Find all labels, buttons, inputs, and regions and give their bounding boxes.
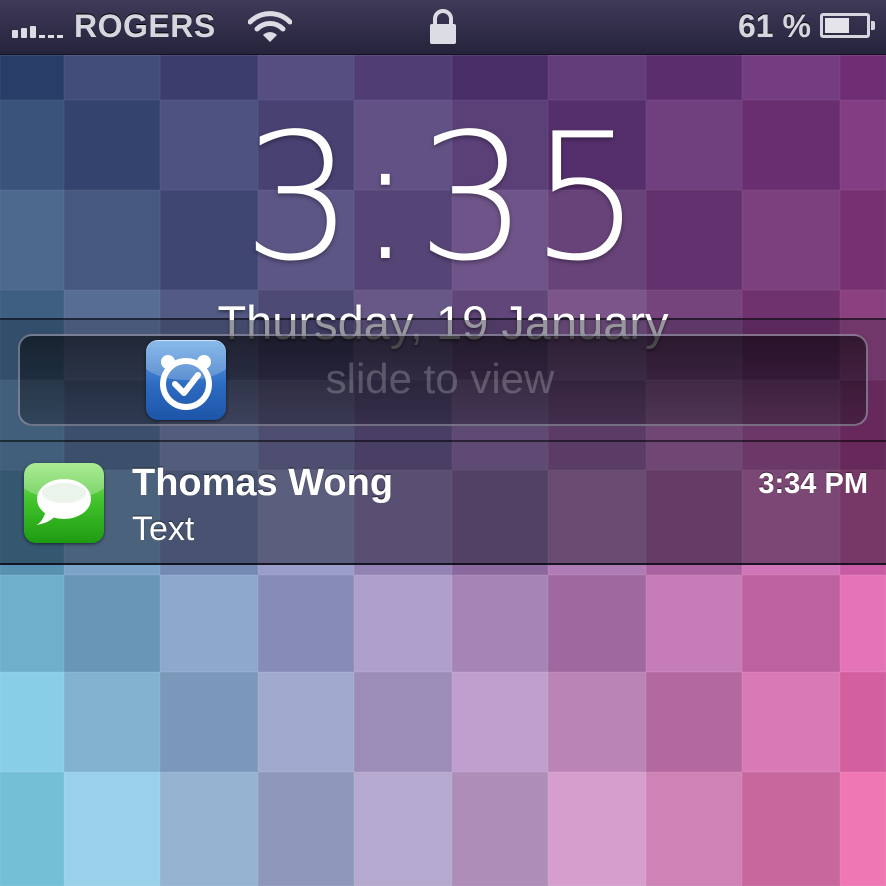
wallpaper-tile [840, 672, 886, 772]
wallpaper-tile [742, 672, 840, 772]
wallpaper-tile [64, 575, 160, 672]
wallpaper-tile [548, 575, 646, 672]
wallpaper-tile [258, 772, 354, 886]
wallpaper-tile [64, 672, 160, 772]
wallpaper-tile [160, 672, 258, 772]
wallpaper-tile [548, 772, 646, 886]
wallpaper-tile [840, 772, 886, 886]
carrier-name: ROGERS [74, 8, 216, 44]
wifi-icon [248, 11, 292, 42]
wallpaper-tile [742, 575, 840, 672]
wallpaper-tile [354, 772, 452, 886]
notification-body: Text [132, 510, 195, 548]
wallpaper-tile [160, 772, 258, 886]
slide-to-view-label: slide to view [325, 355, 555, 402]
divider [0, 440, 886, 442]
wallpaper-tile [646, 772, 742, 886]
wallpaper-tile [452, 672, 548, 772]
wallpaper-tile [354, 575, 452, 672]
wallpaper-tile [548, 672, 646, 772]
lock-screen-time: 3:35 [242, 97, 644, 300]
wallpaper-tile [646, 575, 742, 672]
status-bar: ROGERS 61 % [0, 0, 886, 55]
wallpaper-tile [0, 672, 64, 772]
wallpaper-tile [742, 772, 840, 886]
wallpaper-tile [452, 772, 548, 886]
wallpaper-tile [160, 575, 258, 672]
wallpaper-tile [840, 575, 886, 672]
wallpaper-tile [0, 772, 64, 886]
wallpaper-tile [64, 772, 160, 886]
wallpaper-tile [258, 672, 354, 772]
wallpaper-tile [452, 575, 548, 672]
messages-icon [24, 463, 104, 543]
wallpaper-tile [0, 575, 64, 672]
notification-sender: Thomas Wong [132, 462, 394, 504]
battery-percentage: 61 % [738, 8, 811, 44]
wallpaper-tile [646, 672, 742, 772]
battery-icon [820, 13, 875, 38]
wallpaper-tile [258, 575, 354, 672]
clock-panel: 3:35 Thursday, 19 January [0, 55, 886, 349]
wallpaper-tile [354, 672, 452, 772]
notification-time: 3:34 PM [758, 468, 868, 500]
clock-app-icon[interactable] [146, 340, 226, 420]
lock-icon [430, 9, 456, 44]
